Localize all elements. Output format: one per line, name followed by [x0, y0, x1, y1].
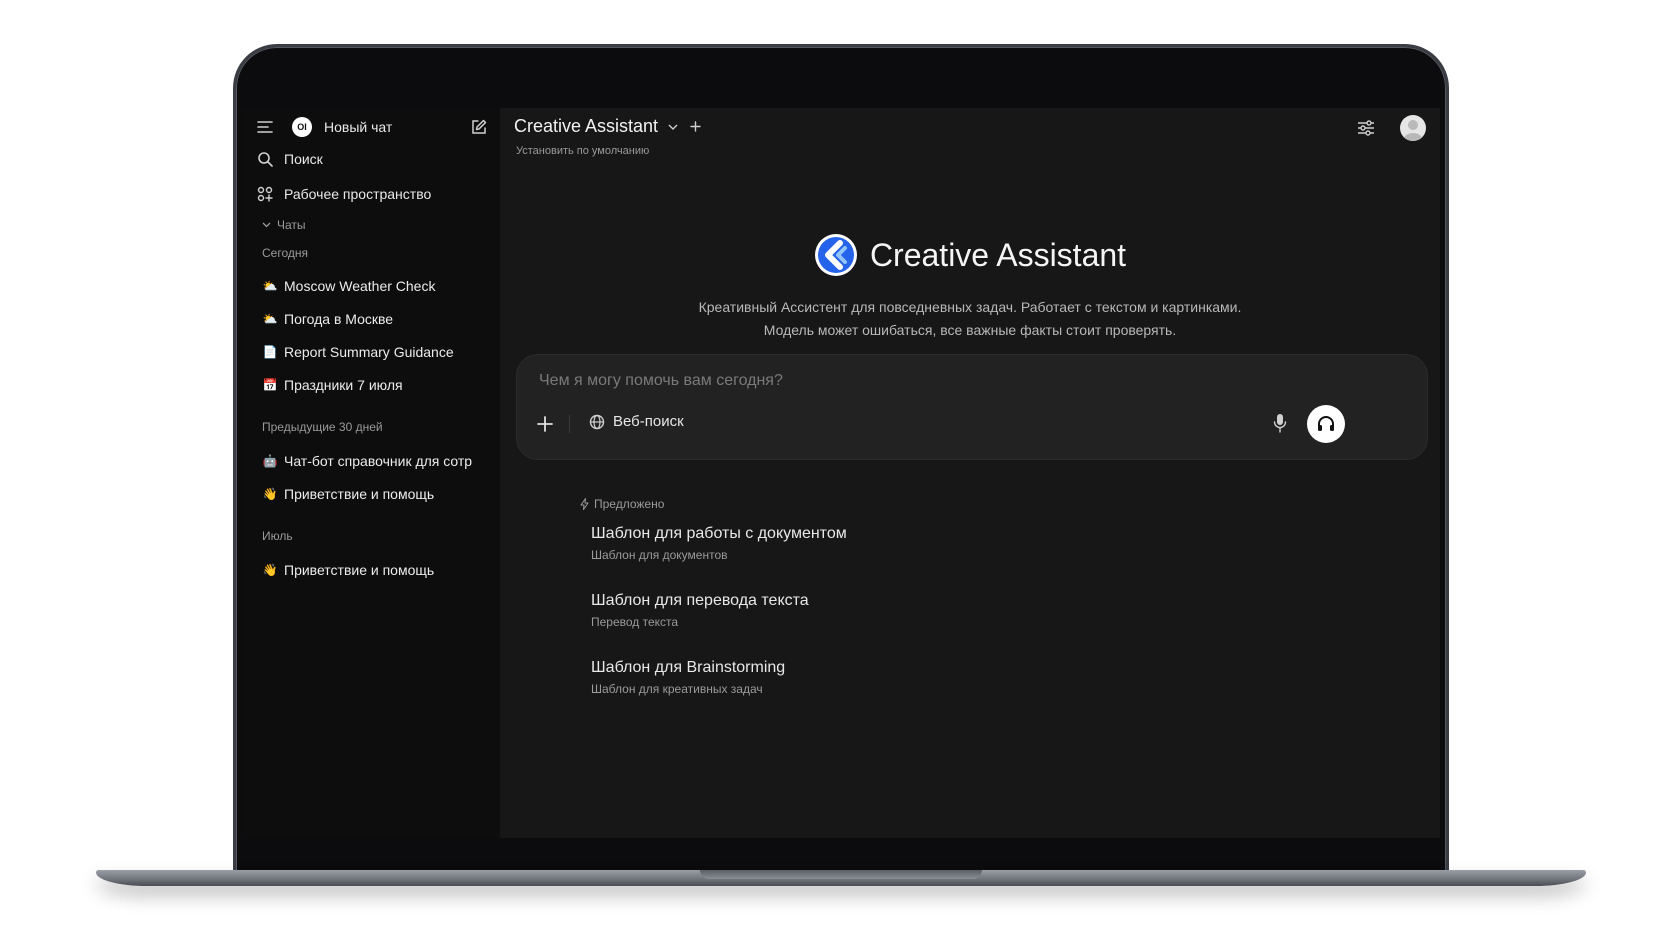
sidebar-item-workspace[interactable]: Рабочее пространство — [256, 182, 431, 206]
assistant-logo-icon — [814, 233, 858, 277]
avatar[interactable] — [1400, 115, 1426, 141]
weather-icon: ⛅ — [262, 312, 278, 326]
web-search-label: Веб-поиск — [613, 413, 684, 430]
suggestion-item[interactable]: Шаблон для перевода текста Перевод текст… — [591, 592, 809, 629]
suggestion-item[interactable]: Шаблон для работы с документом Шаблон дл… — [591, 525, 847, 562]
chat-item-label: Report Summary Guidance — [284, 344, 454, 360]
chat-item-label: Приветствие и помощь — [284, 562, 435, 578]
chat-item[interactable]: 👋 Приветствие и помощь — [262, 483, 492, 505]
chat-item-label: Moscow Weather Check — [284, 278, 436, 294]
app-screen: OI Новый чат Поиск Рабочее пространство … — [242, 108, 1440, 838]
workspace-icon — [256, 185, 274, 203]
chat-item[interactable]: 👋 Приветствие и помощь — [262, 559, 492, 581]
sidebar: OI Новый чат Поиск Рабочее пространство … — [242, 108, 500, 838]
group-label-previous-30-days: Предыдущие 30 дней — [262, 420, 383, 434]
hero-description-line: Креативный Ассистент для повседневных за… — [698, 299, 1242, 315]
set-default-link[interactable]: Установить по умолчанию — [516, 145, 649, 157]
robot-icon: 🤖 — [262, 454, 278, 468]
voice-mode-button[interactable] — [1307, 405, 1345, 443]
divider — [569, 415, 570, 433]
suggestion-subtitle: Шаблон для документов — [591, 548, 728, 562]
wave-icon: 👋 — [262, 563, 278, 577]
group-label-today: Сегодня — [262, 246, 308, 260]
settings-sliders-icon[interactable] — [1357, 120, 1375, 136]
chats-label: Чаты — [277, 218, 306, 232]
chat-item[interactable]: ⛅ Погода в Москве — [262, 308, 492, 330]
hero: Creative Assistant Креативный Ассистент … — [500, 233, 1440, 342]
plus-icon[interactable] — [537, 416, 553, 432]
model-name: Creative Assistant — [514, 116, 659, 136]
group-label-july: Июль — [262, 529, 293, 543]
microphone-icon[interactable] — [1273, 413, 1287, 433]
suggestion-title: Шаблон для перевода текста — [591, 592, 809, 609]
menu-icon[interactable] — [256, 118, 274, 136]
globe-icon — [589, 414, 605, 430]
add-model-icon[interactable] — [690, 121, 701, 132]
calendar-icon: 📅 — [262, 378, 278, 392]
suggestion-item[interactable]: Шаблон для Brainstorming Шаблон для креа… — [591, 659, 785, 696]
suggestion-subtitle: Перевод текста — [591, 615, 679, 629]
hero-description-line: Модель может ошибаться, все важные факты… — [763, 322, 1177, 338]
chat-item-label: Праздники 7 июля — [284, 377, 403, 393]
edit-icon[interactable] — [470, 118, 488, 136]
hero-title-row: Creative Assistant — [814, 233, 1126, 277]
chevron-down-icon — [262, 222, 271, 228]
new-chat-button[interactable]: Новый чат — [324, 119, 470, 135]
suggestions-label: Предложено — [594, 497, 665, 511]
sidebar-top-row: OI Новый чат — [256, 112, 488, 142]
wave-icon: 👋 — [262, 487, 278, 501]
headphones-icon — [1316, 414, 1336, 434]
weather-icon: ⛅ — [262, 279, 278, 293]
laptop-notch — [700, 870, 982, 879]
suggestions-header: Предложено — [580, 497, 664, 511]
chat-item-label: Чат-бот справочник для сотр — [284, 453, 473, 469]
hero-description: Креативный Ассистент для повседневных за… — [500, 296, 1440, 342]
chat-item[interactable]: 📄 Report Summary Guidance — [262, 341, 492, 363]
workspace-label: Рабочее пространство — [284, 186, 432, 202]
composer: Веб-поиск — [516, 354, 1428, 460]
search-label: Поиск — [284, 151, 323, 167]
app-logo: OI — [292, 117, 312, 137]
chat-item[interactable]: 🤖 Чат-бот справочник для сотр — [262, 450, 492, 472]
hero-title: Creative Assistant — [869, 236, 1127, 273]
suggestion-title: Шаблон для Brainstorming — [591, 659, 786, 676]
model-selector[interactable]: Creative Assistant — [514, 116, 701, 137]
chevron-down-icon[interactable] — [668, 124, 678, 130]
main-area: Creative Assistant Установить по умолчан… — [500, 108, 1440, 838]
bolt-icon — [580, 498, 589, 510]
search-icon — [256, 150, 274, 168]
chat-item[interactable]: ⛅ Moscow Weather Check — [262, 275, 492, 297]
suggestion-title: Шаблон для работы с документом — [591, 525, 847, 542]
message-input[interactable] — [537, 371, 1357, 391]
chats-toggle[interactable]: Чаты — [262, 218, 306, 232]
web-search-button[interactable]: Веб-поиск — [589, 413, 684, 430]
chat-item[interactable]: 📅 Праздники 7 июля — [262, 374, 492, 396]
document-icon: 📄 — [262, 345, 278, 359]
sidebar-item-search[interactable]: Поиск — [256, 147, 323, 171]
chat-item-label: Приветствие и помощь — [284, 486, 435, 502]
suggestion-subtitle: Шаблон для креативных задач — [591, 682, 763, 696]
chat-item-label: Погода в Москве — [284, 311, 394, 327]
